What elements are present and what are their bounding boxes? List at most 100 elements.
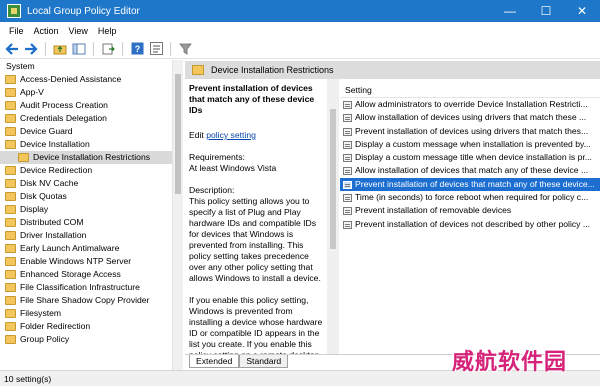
up-folder-icon[interactable]: [52, 41, 68, 57]
tree-item[interactable]: Access-Denied Assistance: [0, 73, 182, 86]
folder-icon: [5, 179, 16, 188]
policy-setting-icon: [343, 167, 352, 176]
folder-icon: [5, 166, 16, 175]
right-pane-title: Device Installation Restrictions: [211, 65, 334, 75]
list-item[interactable]: Prevent installation of removable device…: [340, 204, 600, 217]
policy-setting-icon: [343, 114, 352, 123]
list-item[interactable]: Prevent installation of devices not desc…: [340, 218, 600, 231]
help-icon[interactable]: ?: [129, 41, 145, 57]
folder-icon: [5, 140, 16, 149]
description-paragraph-1: This policy setting allows you to specif…: [189, 196, 321, 283]
tree-item[interactable]: Folder Redirection: [0, 320, 182, 333]
tree-item[interactable]: Driver Installation: [0, 229, 182, 242]
tree-item[interactable]: Group Policy: [0, 333, 182, 346]
status-text: 10 setting(s): [4, 373, 52, 384]
show-hide-tree-icon[interactable]: [71, 41, 87, 57]
tab-extended[interactable]: Extended: [189, 355, 240, 368]
tree-item[interactable]: File Classification Infrastructure: [0, 281, 182, 294]
forward-arrow-icon[interactable]: [23, 41, 39, 57]
policy-setting-icon: [343, 154, 352, 163]
tree-item[interactable]: Distributed COM: [0, 216, 182, 229]
tab-standard[interactable]: Standard: [239, 355, 289, 368]
tree-item[interactable]: Credentials Delegation: [0, 112, 182, 125]
menu-help[interactable]: Help: [93, 26, 122, 36]
folder-icon: [5, 270, 16, 279]
folder-icon: [5, 75, 16, 84]
tree-item[interactable]: Early Launch Antimalware: [0, 242, 182, 255]
toolbar-separator: [93, 41, 94, 56]
minimize-icon[interactable]: —: [492, 0, 528, 22]
close-icon[interactable]: ✕: [564, 0, 600, 22]
edit-policy-setting-link[interactable]: policy setting: [206, 130, 256, 140]
policy-setting-icon: [343, 140, 352, 149]
title-bar: Local Group Policy Editor — ☐ ✕: [0, 0, 600, 22]
right-pane-header: Device Installation Restrictions: [185, 61, 600, 79]
tree-item[interactable]: Audit Process Creation: [0, 99, 182, 112]
tree-scrollbar-thumb[interactable]: [175, 74, 181, 194]
tree-item[interactable]: Enable Windows NTP Server: [0, 255, 182, 268]
list-item[interactable]: Time (in seconds) to force reboot when r…: [340, 191, 600, 204]
requirements-value: At least Windows Vista: [189, 163, 277, 173]
folder-open-icon: [18, 153, 29, 162]
menu-action[interactable]: Action: [29, 26, 64, 36]
list-item[interactable]: Allow installation of devices that match…: [340, 164, 600, 177]
back-arrow-icon[interactable]: [4, 41, 20, 57]
menu-file[interactable]: File: [4, 26, 29, 36]
folder-icon: [5, 114, 16, 123]
folder-icon: [5, 244, 16, 253]
tree-item[interactable]: Disk Quotas: [0, 190, 182, 203]
tree-item-device-installation-restrictions[interactable]: Device Installation Restrictions: [0, 151, 182, 164]
folder-icon: [5, 231, 16, 240]
export-list-icon[interactable]: [100, 41, 116, 57]
maximize-icon[interactable]: ☐: [528, 0, 564, 22]
toolbar: ?: [0, 39, 600, 59]
toolbar-separator: [170, 41, 171, 56]
column-header-setting[interactable]: Setting: [340, 82, 600, 98]
watermark: 威航软件园: [452, 349, 568, 375]
filter-icon[interactable]: [177, 41, 193, 57]
description-scrollbar[interactable]: [327, 79, 339, 354]
folder-icon: [5, 322, 16, 331]
edit-prefix: Edit: [189, 130, 204, 140]
folder-icon: [5, 257, 16, 266]
menu-view[interactable]: View: [64, 26, 93, 36]
description-label: Description:: [189, 185, 235, 195]
description-scrollbar-thumb[interactable]: [330, 109, 336, 249]
menu-bar: File Action View Help: [0, 22, 600, 39]
list-item-selected[interactable]: Prevent installation of devices that mat…: [340, 177, 600, 192]
policy-setting-icon: [343, 180, 352, 189]
policy-setting-icon: [343, 101, 352, 109]
folder-icon: [5, 296, 16, 305]
list-item[interactable]: Prevent installation of devices using dr…: [340, 125, 600, 138]
tree-item[interactable]: Device Guard: [0, 125, 182, 138]
tree-item[interactable]: Device Redirection: [0, 164, 182, 177]
list-item[interactable]: Allow installation of devices using driv…: [340, 111, 600, 124]
svg-text:?: ?: [134, 44, 140, 54]
folder-icon: [5, 192, 16, 201]
tree-scrollbar[interactable]: [172, 60, 183, 370]
folder-icon: [5, 127, 16, 136]
list-item[interactable]: Display a custom message when installati…: [340, 138, 600, 151]
policy-tree[interactable]: System Access-Denied Assistance App-V Au…: [0, 60, 183, 370]
requirements-label: Requirements:: [189, 152, 245, 162]
policy-setting-icon: [343, 194, 352, 203]
list-item[interactable]: Allow administrators to override Device …: [340, 98, 600, 111]
policy-settings-list: Setting Allow administrators to override…: [340, 79, 600, 354]
folder-icon: [5, 309, 16, 318]
tree-item[interactable]: Display: [0, 203, 182, 216]
policy-setting-icon: [343, 127, 352, 136]
window-title: Local Group Policy Editor: [27, 5, 140, 17]
tree-item[interactable]: Disk NV Cache: [0, 177, 182, 190]
tree-root-system[interactable]: System: [0, 60, 182, 73]
description-paragraph-2: If you enable this policy setting, Windo…: [189, 295, 323, 354]
tree-item[interactable]: File Share Shadow Copy Provider: [0, 294, 182, 307]
list-item[interactable]: Display a custom message title when devi…: [340, 151, 600, 164]
folder-icon: [5, 88, 16, 97]
tree-item[interactable]: App-V: [0, 86, 182, 99]
tree-item[interactable]: Enhanced Storage Access: [0, 268, 182, 281]
tree-item[interactable]: Device Installation: [0, 138, 182, 151]
folder-icon: [5, 283, 16, 292]
tree-item[interactable]: Filesystem: [0, 307, 182, 320]
folder-icon: [5, 205, 16, 214]
properties-icon[interactable]: [148, 41, 164, 57]
